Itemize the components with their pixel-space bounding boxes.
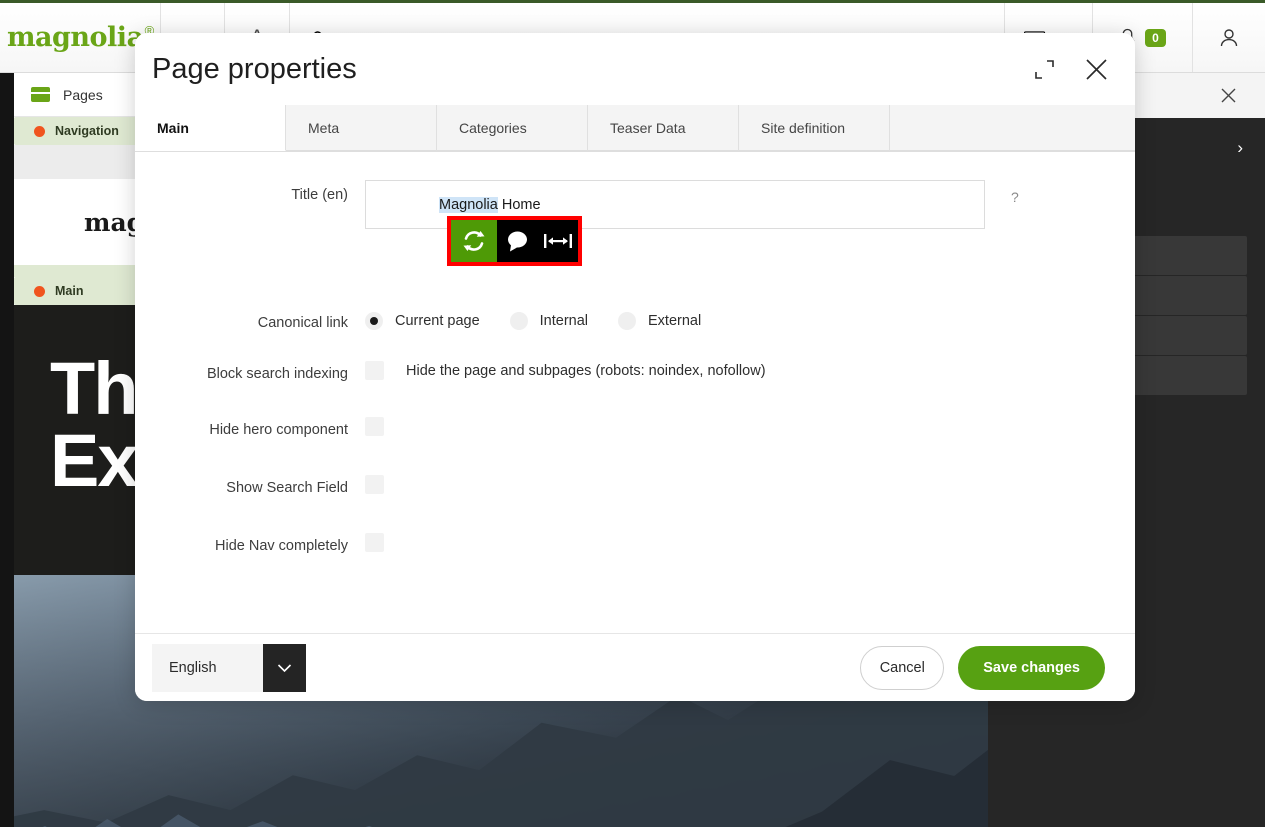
tab-label: Site definition bbox=[761, 119, 846, 136]
tab-label: Meta bbox=[308, 119, 340, 136]
field-row-hide-hero: Hide hero component bbox=[135, 415, 1135, 438]
hide-nav-label: Hide Nav completely bbox=[215, 538, 348, 554]
field-row-block-search-indexing: Block search indexing Hide the page and … bbox=[135, 359, 1135, 382]
checkbox-hide-nav[interactable] bbox=[365, 533, 384, 552]
tab-teaser-data[interactable]: Teaser Data bbox=[588, 105, 739, 151]
user-icon bbox=[1218, 27, 1240, 49]
field-row-title: Title (en) Magnolia Home ? bbox=[135, 180, 1135, 229]
block-search-indexing-control: Hide the page and subpages (robots: noin… bbox=[365, 359, 766, 380]
radio-label-external: External bbox=[648, 313, 702, 329]
tab-main[interactable]: Main bbox=[135, 105, 286, 151]
notification-count-badge: 0 bbox=[1145, 28, 1166, 47]
language-select-value: English bbox=[152, 643, 263, 692]
resize-horizontal-icon bbox=[543, 231, 573, 251]
checkbox-show-search-field[interactable] bbox=[365, 475, 384, 494]
language-select[interactable]: English bbox=[152, 643, 306, 692]
tab-categories[interactable]: Categories bbox=[437, 105, 588, 151]
checkbox-label-block-search-indexing: Hide the page and subpages (robots: noin… bbox=[406, 362, 766, 379]
tab-bar-filler bbox=[890, 105, 1135, 151]
screen-root: magnolia ® ⋯ A ⚲ ≡ ⌨ bbox=[0, 0, 1265, 827]
canonical-link-radio-group: Current page Internal External bbox=[365, 308, 731, 330]
dialog-title: Page properties bbox=[152, 52, 357, 85]
block-search-indexing-label: Block search indexing bbox=[206, 366, 348, 382]
layout-spacer bbox=[135, 229, 1135, 308]
field-row-hide-nav: Hide Nav completely bbox=[135, 531, 1135, 554]
comment-button[interactable] bbox=[497, 220, 538, 262]
page-properties-dialog: Page properties Main Meta Categories Tea… bbox=[135, 33, 1135, 701]
floating-context-toolbar bbox=[447, 216, 582, 266]
radio-label-internal: Internal bbox=[539, 313, 589, 329]
tab-label: Categories bbox=[459, 119, 527, 136]
comment-bubble-icon bbox=[505, 229, 530, 253]
radio-label-current-page: Current page bbox=[395, 313, 480, 329]
area-label: Main bbox=[55, 284, 84, 298]
tab-site-definition[interactable]: Site definition bbox=[739, 105, 890, 151]
hide-hero-label: Hide hero component bbox=[209, 422, 348, 438]
pages-tab-label: Pages bbox=[63, 86, 103, 103]
left-nav-strip bbox=[0, 73, 14, 827]
layout-spacer bbox=[135, 438, 1135, 473]
hide-nav-control bbox=[365, 531, 384, 552]
cancel-button[interactable]: Cancel bbox=[860, 645, 945, 690]
refresh-button[interactable] bbox=[451, 220, 497, 262]
checkbox-hide-hero[interactable] bbox=[365, 417, 384, 436]
pages-icon bbox=[31, 87, 50, 102]
expand-icon[interactable] bbox=[1027, 52, 1061, 86]
dialog-footer: English Cancel Save changes bbox=[135, 633, 1135, 701]
logo-text: magnolia bbox=[6, 22, 144, 53]
checkbox-block-search-indexing[interactable] bbox=[365, 361, 384, 380]
radio-external[interactable] bbox=[618, 312, 637, 330]
title-help-icon[interactable]: ? bbox=[1011, 180, 1019, 205]
layout-spacer bbox=[135, 496, 1135, 531]
dialog-header-actions bbox=[1027, 52, 1113, 86]
field-row-show-search-field: Show Search Field bbox=[135, 473, 1135, 496]
layout-spacer bbox=[135, 382, 1135, 415]
dialog-tab-bar: Main Meta Categories Teaser Data Site de… bbox=[135, 105, 1135, 152]
chevron-down-icon[interactable] bbox=[263, 643, 306, 692]
drawer-close-icon[interactable] bbox=[1211, 79, 1245, 113]
dialog-body: Title (en) Magnolia Home ? Canonical lin… bbox=[135, 152, 1135, 633]
title-input-selection: Magnolia bbox=[439, 196, 498, 213]
dialog-footer-actions: Cancel Save changes bbox=[860, 645, 1105, 690]
show-search-field-label: Show Search Field bbox=[226, 480, 348, 496]
show-search-field-control bbox=[365, 473, 384, 494]
resize-button[interactable] bbox=[538, 220, 578, 262]
title-field-label: Title (en) bbox=[291, 187, 348, 203]
field-row-canonical-link: Canonical link Current page Internal Ext… bbox=[135, 308, 1135, 331]
hide-hero-control bbox=[365, 415, 384, 436]
save-changes-button[interactable]: Save changes bbox=[958, 645, 1105, 690]
radio-current-page[interactable] bbox=[365, 312, 383, 330]
layout-spacer bbox=[135, 331, 1135, 359]
radio-internal[interactable] bbox=[509, 312, 528, 330]
dialog-header: Page properties bbox=[135, 33, 1135, 105]
title-input-value: Magnolia Home bbox=[439, 196, 541, 213]
area-label: Navigation bbox=[55, 124, 119, 138]
tab-label: Teaser Data bbox=[610, 119, 686, 136]
canonical-link-label: Canonical link bbox=[257, 315, 348, 331]
area-status-dot bbox=[34, 125, 45, 137]
area-status-dot bbox=[34, 285, 45, 297]
tab-label: Main bbox=[157, 119, 189, 136]
user-menu-button[interactable] bbox=[1193, 3, 1265, 72]
close-icon[interactable] bbox=[1079, 52, 1113, 86]
tab-meta[interactable]: Meta bbox=[286, 105, 437, 151]
refresh-icon bbox=[461, 228, 487, 254]
